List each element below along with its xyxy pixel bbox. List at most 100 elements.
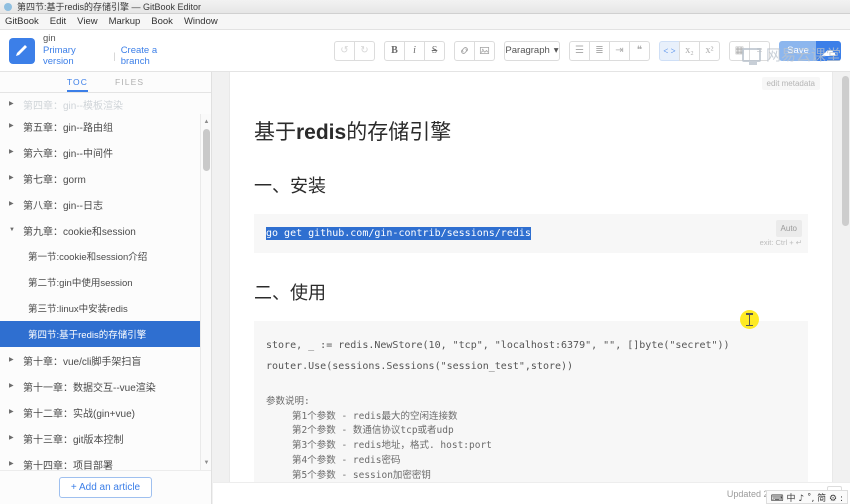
main-area: TOC FILES ▶ 第四章：gin--模板渲染 ▶ 第五章：gin--路由组… bbox=[0, 72, 850, 504]
text-cursor-icon bbox=[746, 313, 752, 326]
toc-item-label: 第三节:linux中安装redis bbox=[28, 304, 128, 315]
link-icon[interactable] bbox=[454, 40, 475, 61]
block-group: ▦ ≡ bbox=[729, 40, 770, 61]
book-links: Primary version | Create a branch bbox=[43, 45, 188, 69]
param-line-2: 第2个参数 - 数通信协议tcp或者udp bbox=[292, 425, 454, 437]
statusbar: Updated 2 minutes ago ? bbox=[213, 482, 850, 504]
toc-item-0[interactable]: ▶ 第四章：gin--模板渲染 bbox=[0, 95, 211, 113]
toc-list[interactable]: ▶ 第四章：gin--模板渲染 ▶ 第五章：gin--路由组 ▶ 第六章：gin… bbox=[0, 93, 211, 470]
title-suffix: 的存储引擎 bbox=[346, 120, 452, 144]
table-icon[interactable]: ▦ bbox=[729, 40, 750, 61]
text-style-group: B i S bbox=[384, 40, 445, 61]
blockquote-icon[interactable]: ❝ bbox=[629, 40, 650, 61]
add-article-button[interactable]: + Add an article bbox=[58, 477, 153, 498]
bold-button[interactable]: B bbox=[384, 40, 405, 61]
param-line-3: 第3个参数 - redis地址，格式. host:port bbox=[292, 440, 492, 452]
subscript-icon[interactable]: x₂ bbox=[679, 40, 700, 61]
toc-item-12[interactable]: ▶ 第十二章：实战(gin+vue) bbox=[0, 399, 211, 425]
window-icon bbox=[4, 2, 12, 11]
param-line-1: 第1个参数 - redis最大的空闲连接数 bbox=[292, 410, 458, 422]
chevron-right-icon: ▶ bbox=[9, 435, 14, 441]
heading-install[interactable]: 一、安装 bbox=[254, 172, 808, 198]
scroll-up-icon[interactable]: ▲ bbox=[202, 116, 211, 127]
chevron-right-icon: ▶ bbox=[9, 357, 14, 363]
toc-item-1[interactable]: ▶ 第五章：gin--路由组 bbox=[0, 113, 211, 139]
document-scroll-thumb[interactable] bbox=[842, 76, 849, 226]
toc-item-4[interactable]: ▶ 第八章：gin--日志 bbox=[0, 191, 211, 217]
pencil-icon[interactable] bbox=[9, 37, 35, 64]
toc-item-6[interactable]: 第一节:cookie和session介绍 bbox=[0, 243, 211, 269]
toc-item-11[interactable]: ▶ 第十一章：数据交互--vue渲染 bbox=[0, 373, 211, 399]
sidebar-scrollbar[interactable]: ▲ ▼ bbox=[200, 114, 211, 470]
toc-item-13[interactable]: ▶ 第十三章：git版本控制 bbox=[0, 425, 211, 451]
menu-gitbook[interactable]: GitBook bbox=[5, 16, 39, 27]
toc-item-8[interactable]: 第三节:linux中安装redis bbox=[0, 295, 211, 321]
document-page[interactable]: edit metadata 基于redis的存储引擎 一、安装 go get g… bbox=[229, 72, 833, 504]
code-usage-line-1: store, _ := redis.NewStore(10, "tcp", "l… bbox=[266, 340, 730, 351]
primary-version-link[interactable]: Primary version bbox=[43, 45, 108, 69]
title-bold: redis bbox=[296, 121, 347, 144]
bullet-list-icon[interactable]: ☰ bbox=[569, 40, 590, 61]
toc-item-label: 第四章：gin--模板渲染 bbox=[23, 100, 124, 112]
code-language-badge[interactable]: Auto bbox=[775, 220, 802, 238]
sidebar-tabs: TOC FILES bbox=[0, 72, 211, 93]
code-block-icon[interactable]: < > bbox=[659, 40, 680, 61]
save-group: Save ☁ bbox=[779, 40, 841, 61]
create-branch-link[interactable]: Create a branch bbox=[121, 45, 188, 69]
toc-item-2[interactable]: ▶ 第六章：gin--中间件 bbox=[0, 139, 211, 165]
scroll-down-icon[interactable]: ▼ bbox=[202, 457, 211, 468]
document-scrollbar[interactable] bbox=[841, 72, 850, 504]
toc-item-10[interactable]: ▶ 第十章：vue/cli脚手架扫盲 bbox=[0, 347, 211, 373]
ime-indicator[interactable]: ⌨ 中 ♪ ˚, 简 ⚙ : bbox=[765, 490, 848, 504]
cloud-sync-icon[interactable]: ☁ bbox=[816, 40, 841, 61]
toc-item-7[interactable]: 第二节:gin中使用session bbox=[0, 269, 211, 295]
app-window: 第四节:基于redis的存储引擎 — GitBook Editor GitBoo… bbox=[0, 0, 850, 504]
list-group: ☰ ≣ ⇥ ❝ bbox=[569, 40, 650, 61]
page-title[interactable]: 基于redis的存储引擎 bbox=[254, 72, 808, 146]
horizontal-rule-icon[interactable]: ≡ bbox=[749, 40, 770, 61]
menu-edit[interactable]: Edit bbox=[50, 16, 66, 27]
code-block-install[interactable]: go get github.com/gin-contrib/sessions/r… bbox=[254, 214, 808, 253]
sidebar: TOC FILES ▶ 第四章：gin--模板渲染 ▶ 第五章：gin--路由组… bbox=[0, 72, 212, 504]
chevron-right-icon: ▶ bbox=[9, 201, 14, 207]
title-prefix: 基于 bbox=[254, 120, 296, 144]
save-button[interactable]: Save bbox=[779, 40, 817, 61]
task-list-icon[interactable]: ⇥ bbox=[609, 40, 630, 61]
toc-item-9-selected[interactable]: 第四节:基于redis的存储引擎 bbox=[0, 321, 211, 347]
menu-book[interactable]: Book bbox=[151, 16, 173, 27]
edit-metadata-link[interactable]: edit metadata bbox=[761, 77, 820, 90]
paragraph-label: Paragraph bbox=[505, 45, 550, 56]
undo-icon[interactable]: ↺ bbox=[334, 40, 355, 61]
toc-item-14[interactable]: ▶ 第十四章：项目部署 bbox=[0, 451, 211, 471]
code-block-usage[interactable]: store, _ := redis.NewStore(10, "tcp", "l… bbox=[254, 321, 808, 504]
strikethrough-button[interactable]: S bbox=[424, 40, 445, 61]
selected-code-text[interactable]: go get github.com/gin-contrib/sessions/r… bbox=[266, 227, 531, 240]
chevron-right-icon: ▶ bbox=[9, 101, 14, 107]
menu-window[interactable]: Window bbox=[184, 16, 218, 27]
toc-item-label: 第十二章：实战(gin+vue) bbox=[23, 408, 135, 420]
chevron-right-icon: ▶ bbox=[9, 123, 14, 129]
toc-item-label: 第八章：gin--日志 bbox=[23, 200, 104, 212]
book-identity: gin Primary version | Create a branch bbox=[0, 33, 188, 69]
menu-view[interactable]: View bbox=[77, 16, 97, 27]
redo-icon[interactable]: ↻ bbox=[354, 40, 375, 61]
toc-item-5[interactable]: ▼ 第九章：cookie和session bbox=[0, 217, 211, 243]
tab-toc[interactable]: TOC bbox=[66, 77, 88, 92]
window-title: 第四节:基于redis的存储引擎 — GitBook Editor bbox=[17, 2, 202, 12]
chevron-right-icon: ▶ bbox=[9, 175, 14, 181]
toc-item-3[interactable]: ▶ 第七章：gorm bbox=[0, 165, 211, 191]
sidebar-scroll-thumb[interactable] bbox=[203, 129, 210, 171]
menu-markup[interactable]: Markup bbox=[109, 16, 141, 27]
italic-button[interactable]: i bbox=[404, 40, 425, 61]
superscript-icon[interactable]: x² bbox=[699, 40, 720, 61]
chevron-down-icon: ▼ bbox=[9, 227, 15, 233]
tab-files[interactable]: FILES bbox=[115, 77, 144, 92]
paragraph-dropdown[interactable]: Paragraph ▾ bbox=[504, 40, 560, 61]
heading-usage[interactable]: 二、使用 bbox=[254, 279, 808, 305]
chevron-right-icon: ▶ bbox=[9, 461, 14, 467]
ime-text: ⌨ 中 ♪ ˚, 简 ⚙ : bbox=[770, 493, 843, 504]
toc-item-label: 第九章：cookie和session bbox=[23, 226, 136, 238]
image-icon[interactable] bbox=[474, 40, 495, 61]
ordered-list-icon[interactable]: ≣ bbox=[589, 40, 610, 61]
editor-header: gin Primary version | Create a branch ↺ … bbox=[0, 30, 850, 72]
